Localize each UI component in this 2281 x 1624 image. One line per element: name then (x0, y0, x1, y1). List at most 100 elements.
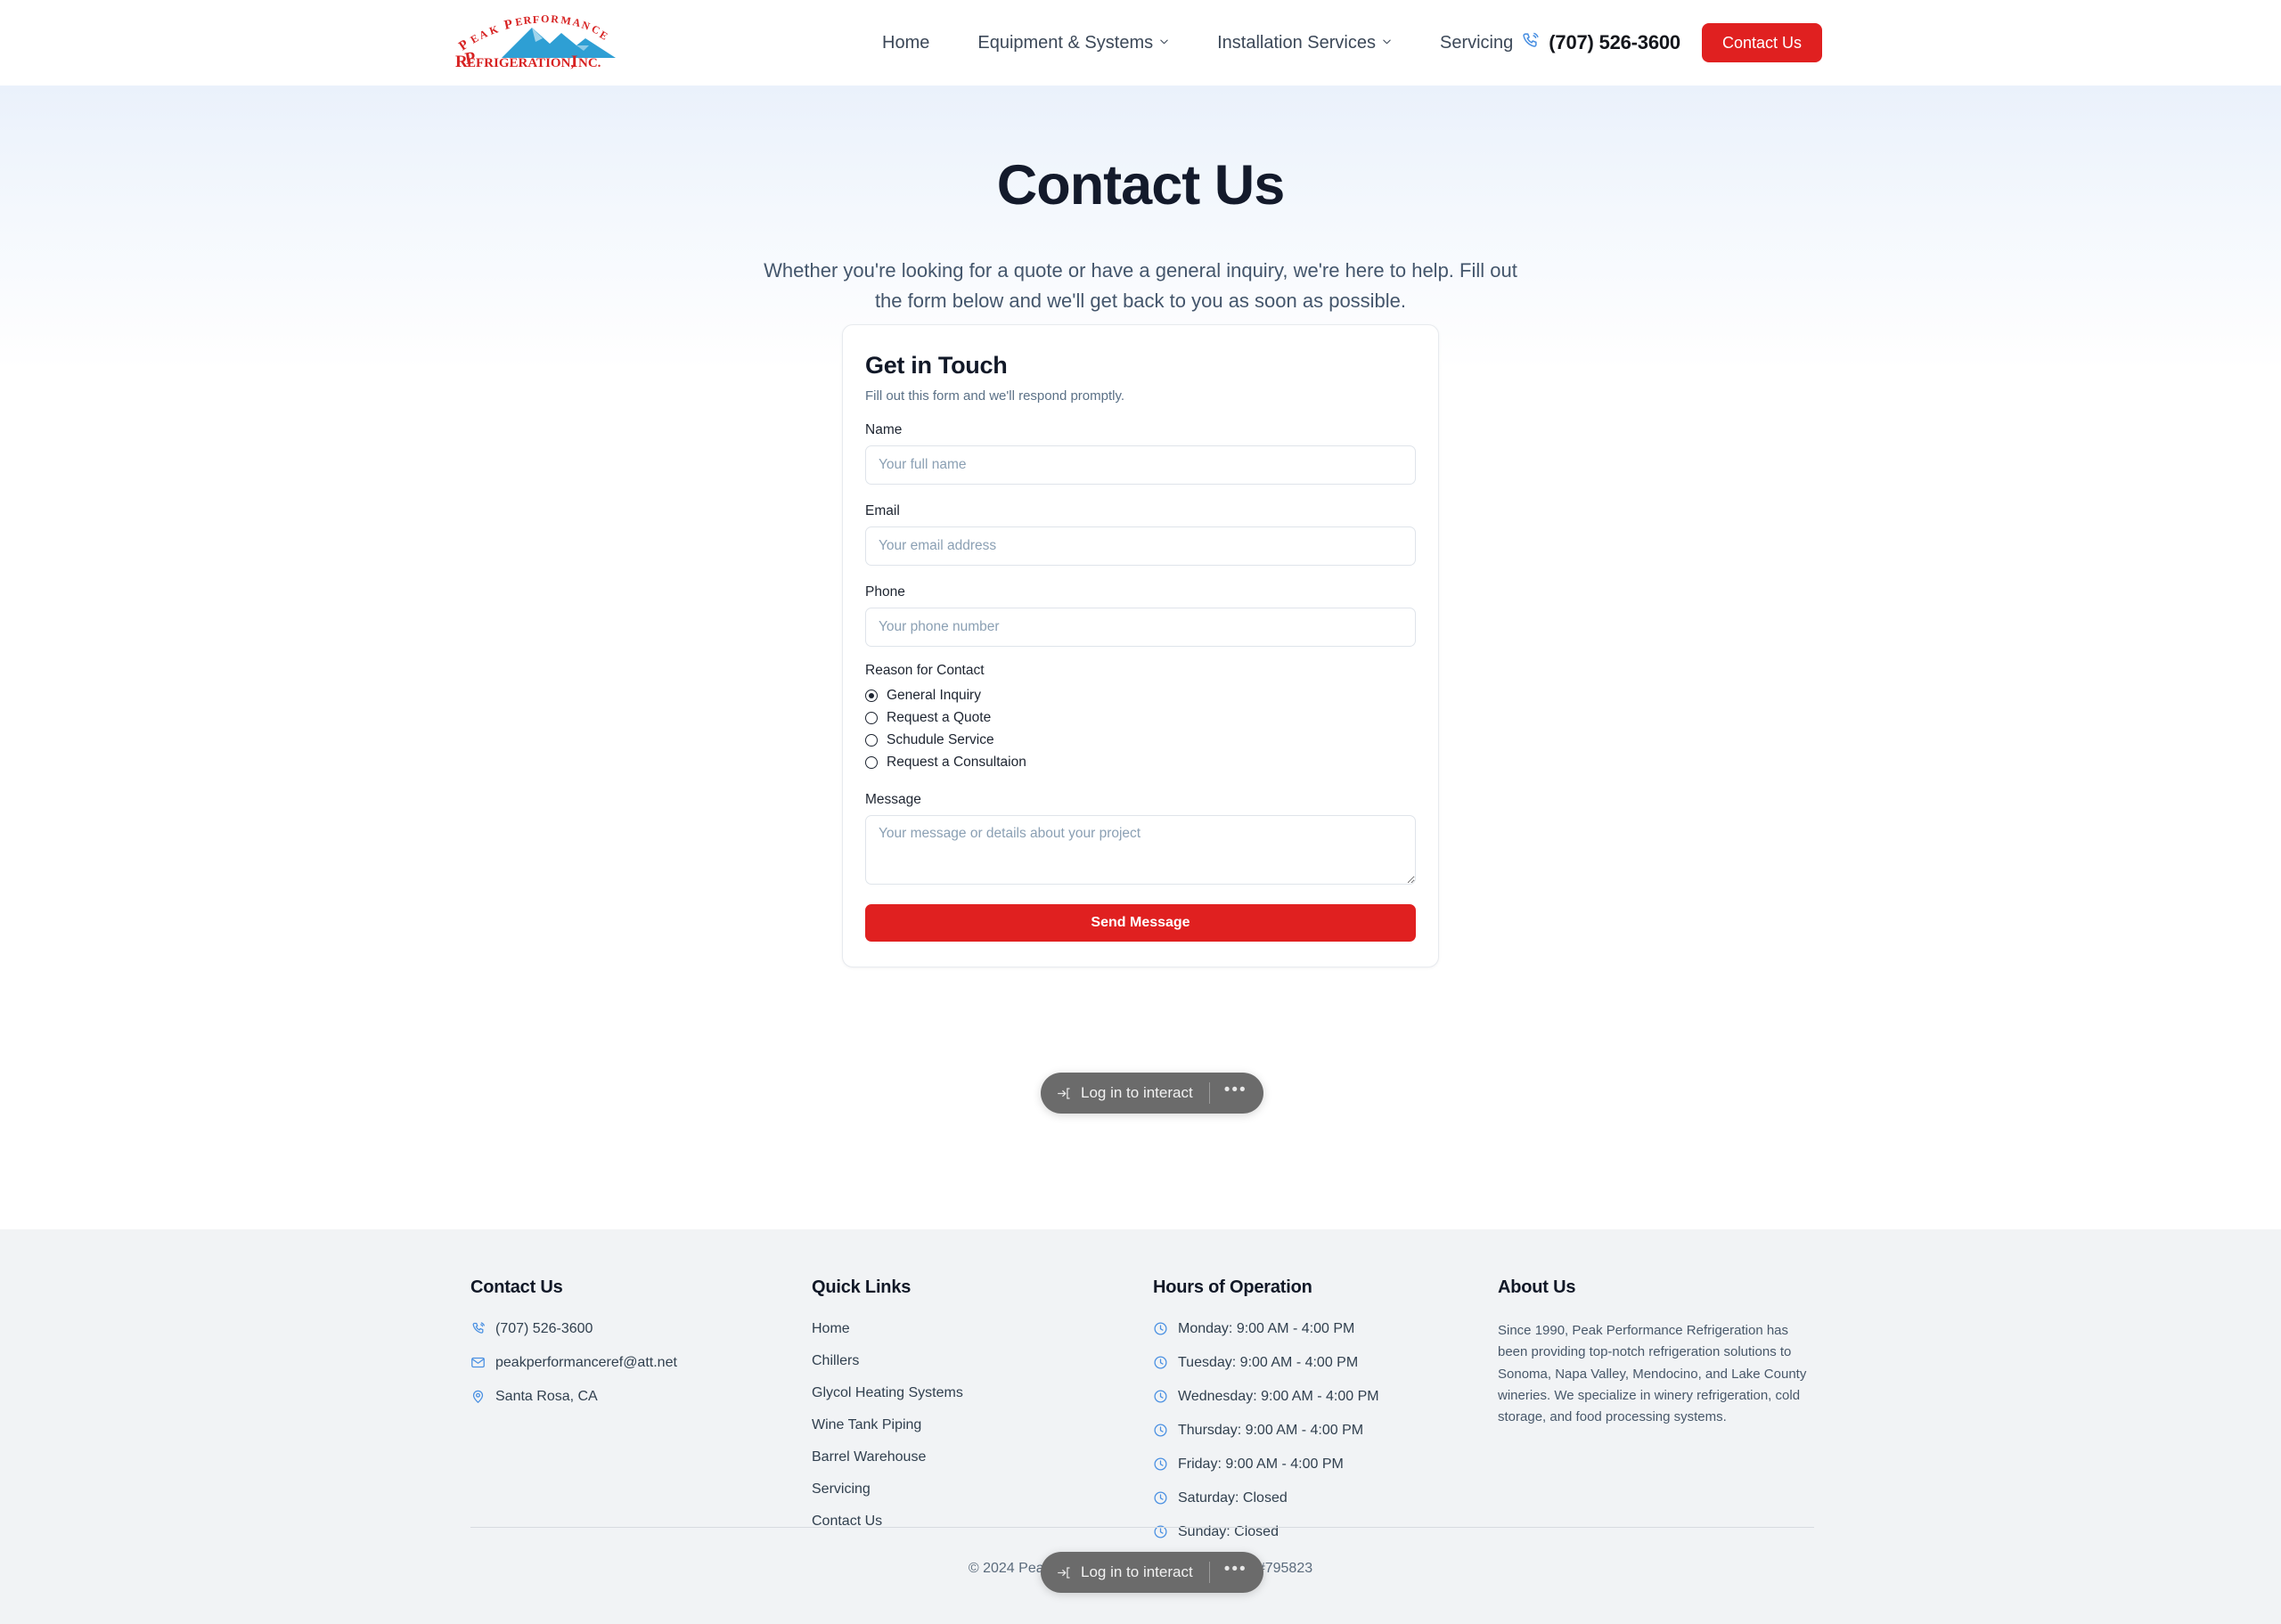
log-in-to-interact-pill[interactable]: Log in to interact ••• (1041, 1073, 1263, 1114)
footer-link-chillers[interactable]: Chillers (812, 1352, 1153, 1370)
footer-contact-text: (707) 526-3600 (495, 1321, 593, 1336)
pill-divider (1208, 1562, 1210, 1583)
header-actions: (707) 526-3600 Contact Us (1520, 0, 1822, 86)
clock-icon (1153, 1490, 1168, 1511)
name-field-group: Name (865, 422, 1416, 485)
header-phone[interactable]: (707) 526-3600 (1520, 31, 1680, 55)
svg-text:M: M (560, 13, 572, 28)
footer-heading-quick-links: Quick Links (812, 1277, 912, 1297)
svg-text:R: R (551, 12, 560, 26)
chevron-down-icon (1159, 37, 1169, 46)
hours-text: Monday: 9:00 AM - 4:00 PM (1178, 1321, 1355, 1336)
radio-schedule-service[interactable]: Schudule Service (865, 729, 1416, 751)
primary-navigation: Home Equipment & Systems Installation Se… (882, 0, 1513, 86)
contact-form-card: Get in Touch Fill out this form and we'l… (842, 324, 1439, 967)
footer-heading-contact: Contact Us (470, 1277, 563, 1297)
log-in-to-interact-pill-footer[interactable]: Log in to interact ••• (1041, 1552, 1263, 1593)
chevron-down-icon (1382, 37, 1392, 46)
hours-text: Tuesday: 9:00 AM - 4:00 PM (1178, 1355, 1359, 1370)
clock-icon (1153, 1389, 1168, 1409)
nav-item-home[interactable]: Home (882, 34, 954, 52)
footer-heading-about: About Us (1498, 1277, 1576, 1297)
svg-text:R: R (523, 13, 532, 27)
form-subtitle: Fill out this form and we'll respond pro… (865, 388, 1125, 404)
footer-link-servicing[interactable]: Servicing (812, 1481, 1153, 1498)
email-input[interactable] (865, 526, 1416, 566)
hours-text: Saturday: Closed (1178, 1490, 1288, 1506)
phone-field-group: Phone (865, 584, 1416, 647)
radio-label: General Inquiry (887, 687, 981, 703)
send-message-button[interactable]: Send Message (865, 904, 1416, 942)
clock-icon (1153, 1457, 1168, 1477)
radio-button-icon[interactable] (865, 755, 878, 769)
site-header: P P E A K P E R F O R M A N C E R EFRIGE… (0, 0, 2281, 86)
radio-button-icon[interactable] (865, 711, 878, 724)
radio-general-inquiry[interactable]: General Inquiry (865, 684, 1416, 706)
phone-label: Phone (865, 584, 905, 600)
footer-contact-text: Santa Rosa, CA (495, 1389, 598, 1404)
form-title: Get in Touch (865, 352, 1008, 379)
log-in-arrow-icon (1057, 1086, 1072, 1101)
svg-text:A: A (478, 27, 490, 41)
hours-row-wednesday: Wednesday: 9:00 AM - 4:00 PM (1153, 1388, 1498, 1408)
message-field-group: Message (865, 792, 1416, 885)
radio-label: Request a Quote (887, 709, 992, 725)
footer-link-barrel-warehouse[interactable]: Barrel Warehouse (812, 1449, 1153, 1466)
radio-request-a-consultation[interactable]: Request a Consultaion (865, 751, 1416, 773)
radio-label: Request a Consultaion (887, 754, 1026, 770)
radio-button-icon[interactable] (865, 733, 878, 747)
hours-text: Wednesday: 9:00 AM - 4:00 PM (1178, 1389, 1379, 1404)
svg-text:K: K (487, 22, 500, 37)
footer-link-contact-us[interactable]: Contact Us (812, 1513, 1153, 1530)
footer-heading-hours: Hours of Operation (1153, 1277, 1312, 1297)
footer-about-text: Since 1990, Peak Performance Refrigerati… (1498, 1323, 1807, 1425)
name-input[interactable] (865, 445, 1416, 485)
more-options-icon[interactable]: ••• (1224, 1561, 1258, 1578)
contact-us-button[interactable]: Contact Us (1701, 23, 1822, 62)
hours-text: Sunday: Closed (1178, 1524, 1279, 1539)
footer-link-home[interactable]: Home (812, 1320, 1153, 1338)
clock-icon (1153, 1321, 1168, 1342)
more-options-icon[interactable]: ••• (1224, 1081, 1258, 1098)
mail-icon (470, 1355, 486, 1375)
radio-button-icon[interactable] (865, 689, 878, 702)
svg-text:E: E (514, 15, 523, 29)
site-logo[interactable]: P P E A K P E R F O R M A N C E R EFRIGE… (450, 9, 673, 73)
footer-phone[interactable]: (707) 526-3600 (470, 1320, 812, 1341)
footer-contact-text: peakperformanceref@att.net (495, 1355, 677, 1370)
email-label: Email (865, 503, 900, 518)
hours-row-thursday: Thursday: 9:00 AM - 4:00 PM (1153, 1422, 1498, 1442)
nav-item-equipment-systems[interactable]: Equipment & Systems (977, 34, 1194, 52)
nav-item-servicing[interactable]: Servicing (1440, 34, 1513, 52)
footer-link-glycol-heating-systems[interactable]: Glycol Heating Systems (812, 1384, 1153, 1402)
message-textarea[interactable] (865, 815, 1416, 885)
pill-divider (1208, 1082, 1210, 1104)
log-in-to-interact-label: Log in to interact (1081, 1084, 1193, 1101)
hours-text: Thursday: 9:00 AM - 4:00 PM (1178, 1423, 1364, 1438)
footer-link-wine-tank-piping[interactable]: Wine Tank Piping (812, 1416, 1153, 1434)
footer-address[interactable]: Santa Rosa, CA (470, 1388, 812, 1408)
hours-text: Friday: 9:00 AM - 4:00 PM (1178, 1457, 1344, 1472)
name-label: Name (865, 422, 903, 437)
message-label: Message (865, 792, 921, 807)
radio-request-a-quote[interactable]: Request a Quote (865, 706, 1416, 729)
nav-item-label: Equipment & Systems (977, 33, 1154, 53)
nav-item-label: Installation Services (1217, 33, 1376, 53)
clock-icon (1153, 1355, 1168, 1375)
svg-text:EFRIGERATION,: EFRIGERATION, (467, 56, 574, 70)
nav-item-label: Home (882, 33, 930, 53)
footer-email[interactable]: peakperformanceref@att.net (470, 1354, 812, 1375)
svg-text:NC.: NC. (578, 56, 601, 70)
hours-row-monday: Monday: 9:00 AM - 4:00 PM (1153, 1320, 1498, 1341)
footer-column-contact: Contact Us (707) 526-3600 peakperformanc… (470, 1277, 812, 1557)
svg-text:R: R (455, 53, 468, 70)
peak-performance-logo-icon: P P E A K P E R F O R M A N C E R EFRIGE… (455, 12, 616, 70)
phone-input[interactable] (865, 608, 1416, 647)
log-in-to-interact-label: Log in to interact (1081, 1563, 1193, 1580)
map-pin-icon (470, 1389, 486, 1409)
clock-icon (1153, 1423, 1168, 1443)
radio-label: Schudule Service (887, 731, 994, 747)
phone-ring-icon (470, 1321, 486, 1342)
page-root: P P E A K P E R F O R M A N C E R EFRIGE… (0, 0, 2281, 1624)
nav-item-installation-services[interactable]: Installation Services (1217, 34, 1417, 52)
